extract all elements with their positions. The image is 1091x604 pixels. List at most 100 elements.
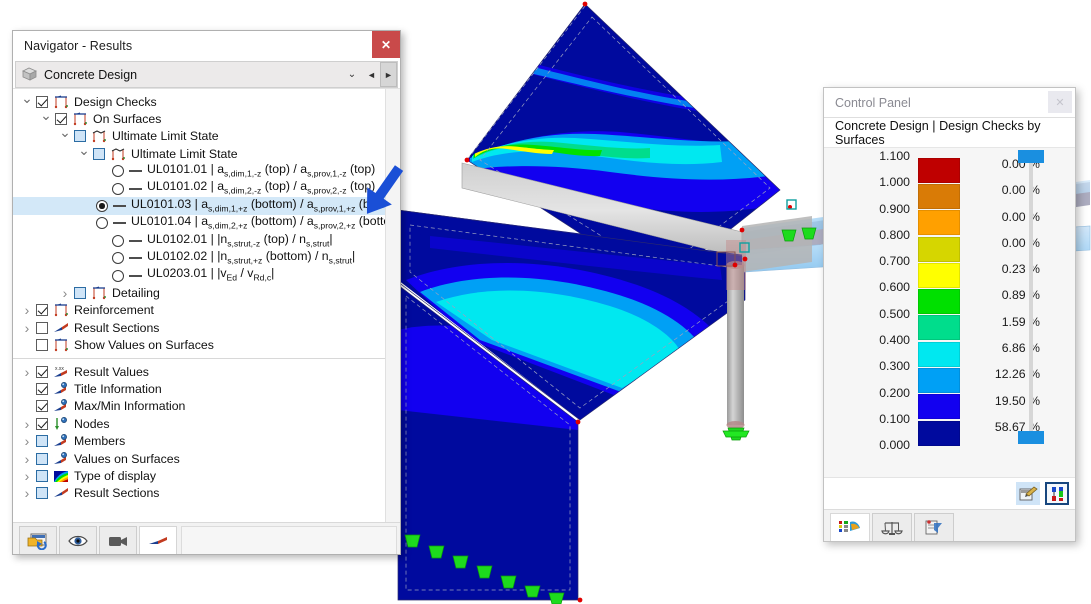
tree-item[interactable]: Ultimate Limit State	[13, 145, 385, 162]
tree-item[interactable]: Type of display	[13, 467, 385, 484]
legend-color-swatch[interactable]	[918, 184, 960, 209]
tree-item[interactable]: Ultimate Limit State	[13, 128, 385, 145]
tree-radio[interactable]	[96, 217, 108, 229]
close-icon[interactable]: ✕	[372, 31, 400, 58]
result-values-icon: x.xx	[53, 365, 69, 379]
tree-item[interactable]: Design Checks	[13, 93, 385, 110]
tree-checkbox[interactable]	[36, 339, 48, 351]
tree-checkbox[interactable]	[55, 113, 67, 125]
chevron-down-icon[interactable]: ⌄	[341, 69, 363, 80]
tree-item[interactable]: UL0101.02 | as,dim,2,-z (top) / as,prov,…	[13, 180, 385, 197]
value-range-icon[interactable]	[1045, 482, 1069, 505]
legend-color-swatch[interactable]	[918, 237, 960, 262]
tree-checkbox[interactable]	[36, 400, 48, 412]
factors-tab[interactable]	[872, 513, 912, 541]
chevron-right-icon[interactable]	[19, 302, 35, 318]
chevron-right-icon[interactable]	[57, 285, 73, 301]
tree-checkbox[interactable]	[36, 487, 48, 499]
legend-color-swatch[interactable]	[918, 394, 960, 419]
next-arrow-icon[interactable]: ►	[380, 62, 397, 87]
chevron-right-icon[interactable]	[19, 485, 35, 501]
tree-item[interactable]: UL0203.01 | |vEd / vRd,c|	[13, 267, 385, 284]
tree-item[interactable]: Title Information	[13, 380, 385, 397]
legend-color-swatch[interactable]	[918, 210, 960, 235]
chevron-right-icon[interactable]	[19, 416, 35, 432]
legend-color-swatch[interactable]	[918, 421, 960, 446]
tree-item[interactable]: UL0101.04 | as,dim,2,+z (bottom) / as,pr…	[13, 215, 385, 232]
legend-color-swatch[interactable]	[918, 368, 960, 393]
navigator-results-window[interactable]: Navigator - Results ✕ Concrete Design ⌄ …	[12, 30, 401, 555]
legend-range-slider-lower[interactable]	[1018, 431, 1044, 444]
close-icon[interactable]: ✕	[1048, 91, 1072, 113]
tree-radio[interactable]	[112, 235, 124, 247]
prev-arrow-icon[interactable]: ◄	[363, 62, 380, 87]
control-panel-icon-row[interactable]	[824, 477, 1075, 509]
tree-scrollbar-thumb[interactable]	[387, 89, 399, 429]
legend-range-slider-upper[interactable]	[1018, 150, 1044, 163]
tree-item[interactable]: Reinforcement	[13, 302, 385, 319]
chevron-down-icon[interactable]	[76, 146, 92, 162]
chevron-right-icon[interactable]	[19, 320, 35, 336]
tree-checkbox[interactable]	[36, 366, 48, 378]
legend-color-swatch[interactable]	[918, 263, 960, 288]
tree-item[interactable]: Result Sections	[13, 485, 385, 502]
filter-tab[interactable]	[914, 513, 954, 541]
tree-checkbox[interactable]	[36, 96, 48, 108]
legend-color-swatch[interactable]	[918, 158, 960, 183]
tree-checkbox[interactable]	[74, 130, 86, 142]
color-legend-panel[interactable]: 1.1000.00 %1.0000.00 %0.9000.00 %0.8000.…	[824, 147, 1075, 477]
control-panel-window[interactable]: Control Panel ✕ Concrete Design | Design…	[823, 87, 1076, 542]
tree-item[interactable]: UL0101.01 | as,dim,1,-z (top) / as,prov,…	[13, 163, 385, 180]
tree-radio[interactable]	[112, 252, 124, 264]
tree-item[interactable]: x.xxResult Values	[13, 363, 385, 380]
legend-color-swatch[interactable]	[918, 315, 960, 340]
design-module-combobox[interactable]: Concrete Design ⌄ ◄ ►	[15, 61, 398, 88]
chevron-right-icon[interactable]	[19, 433, 35, 449]
chevron-down-icon[interactable]	[38, 111, 54, 127]
project-navigator-tab[interactable]	[19, 526, 57, 554]
views-navigator-tab[interactable]	[59, 526, 97, 554]
tree-radio[interactable]	[112, 183, 124, 195]
tree-radio[interactable]	[96, 200, 108, 212]
legend-range-slider-track[interactable]	[1029, 160, 1033, 435]
results-tree[interactable]: Design ChecksOn SurfacesUltimate Limit S…	[13, 89, 385, 522]
color-scale-edit-icon[interactable]	[1016, 482, 1040, 505]
tree-checkbox[interactable]	[36, 470, 48, 482]
camera-navigator-tab[interactable]	[99, 526, 137, 554]
navigator-bottom-tabs[interactable]	[13, 522, 400, 554]
navigator-tree-body[interactable]: Design ChecksOn SurfacesUltimate Limit S…	[13, 88, 400, 522]
tree-item[interactable]: Result Sections	[13, 319, 385, 336]
chevron-right-icon[interactable]	[19, 364, 35, 380]
chevron-down-icon[interactable]	[19, 94, 35, 110]
tree-item[interactable]: Detailing	[13, 284, 385, 301]
tree-checkbox[interactable]	[36, 453, 48, 465]
tree-checkbox[interactable]	[36, 304, 48, 316]
tree-item[interactable]: Members	[13, 432, 385, 449]
tree-checkbox[interactable]	[36, 418, 48, 430]
tree-checkbox[interactable]	[36, 322, 48, 334]
legend-color-swatch[interactable]	[918, 342, 960, 367]
tree-checkbox[interactable]	[93, 148, 105, 160]
tree-item[interactable]: Max/Min Information	[13, 398, 385, 415]
tree-item[interactable]: UL0102.01 | |ns,strut,-z (top) / ns,stru…	[13, 232, 385, 249]
tree-scrollbar[interactable]	[385, 89, 400, 522]
tree-checkbox[interactable]	[74, 287, 86, 299]
results-navigator-tab[interactable]	[139, 526, 177, 554]
tree-item[interactable]: UL0101.03 | as,dim,1,+z (bottom) / as,pr…	[13, 197, 385, 214]
navigator-titlebar[interactable]: Navigator - Results ✕	[13, 31, 400, 61]
tree-radio[interactable]	[112, 165, 124, 177]
chevron-down-icon[interactable]	[57, 128, 73, 144]
chevron-right-icon[interactable]	[19, 468, 35, 484]
control-panel-tabs[interactable]	[824, 509, 1075, 541]
control-panel-titlebar[interactable]: Control Panel ✕	[824, 88, 1075, 117]
tree-checkbox[interactable]	[36, 383, 48, 395]
tree-item[interactable]: Nodes	[13, 415, 385, 432]
chevron-right-icon[interactable]	[19, 451, 35, 467]
tree-item[interactable]: Show Values on Surfaces	[13, 336, 385, 353]
tree-checkbox[interactable]	[36, 435, 48, 447]
tree-radio[interactable]	[112, 270, 124, 282]
color-spectrum-tab[interactable]	[830, 513, 870, 541]
tree-item[interactable]: UL0102.02 | |ns,strut,+z (bottom) / ns,s…	[13, 250, 385, 267]
tree-item[interactable]: Values on Surfaces	[13, 450, 385, 467]
legend-color-swatch[interactable]	[918, 289, 960, 314]
